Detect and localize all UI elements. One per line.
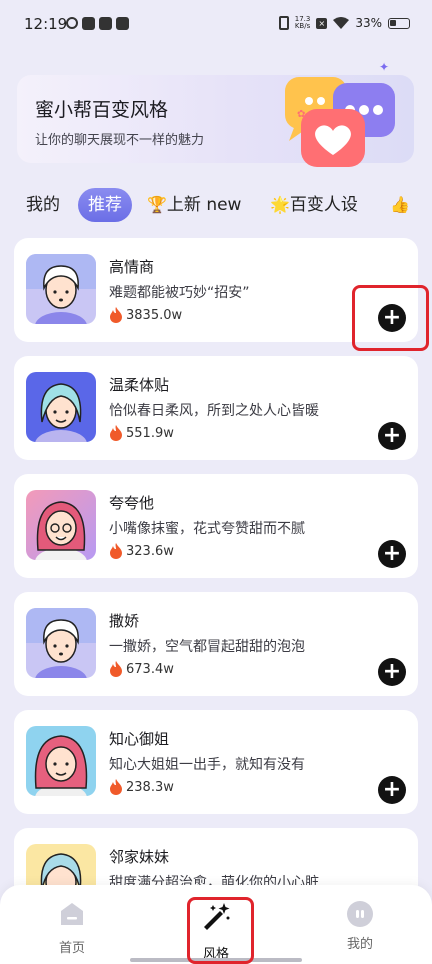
style-title: 邻家妹妹 xyxy=(109,848,170,866)
style-description: 一撒娇，空气都冒起甜甜的泡泡 xyxy=(109,639,305,655)
style-card[interactable]: 知心御姐 知心大姐姐一出手，就知有没有 238.3w + xyxy=(14,710,418,814)
add-style-button[interactable]: + xyxy=(378,422,406,450)
tab-label: 我的 xyxy=(26,195,60,215)
wifi-icon xyxy=(333,17,350,29)
style-heat: 238.3w xyxy=(109,779,174,795)
style-title: 知心御姐 xyxy=(109,730,170,748)
fire-icon xyxy=(110,543,122,559)
fire-icon xyxy=(110,779,122,795)
style-heat: 673.4w xyxy=(109,661,174,677)
tab-label: 百变人设 xyxy=(289,195,358,215)
highlight-marker xyxy=(352,285,429,351)
avatar xyxy=(26,726,96,796)
thumbs-up-icon: 👍 xyxy=(390,195,410,214)
nav-label: 我的 xyxy=(346,937,373,952)
category-tabs: 我的 推荐 🏆上新 new 🌟百变人设 👍 xyxy=(0,184,432,224)
style-title: 夸夸他 xyxy=(109,494,155,512)
style-title: 高情商 xyxy=(109,258,155,276)
tab-personas[interactable]: 🌟百变人设 xyxy=(270,188,358,222)
notification-icon xyxy=(99,17,112,30)
tab-mine[interactable]: 我的 xyxy=(26,188,60,222)
sim-x-icon: × xyxy=(316,17,328,29)
heat-value: 238.3w xyxy=(126,779,174,795)
banner-subtitle: 让你的聊天展现不一样的魅力 xyxy=(35,133,205,148)
fire-icon xyxy=(110,661,122,677)
avatar xyxy=(26,254,96,324)
style-description: 恰似春日柔风，所到之处人心皆暖 xyxy=(109,403,319,419)
tab-label: 上新 new xyxy=(166,195,242,215)
tab-new[interactable]: 🏆上新 new xyxy=(147,188,241,222)
network-speed-unit: KB/s xyxy=(294,22,311,30)
nav-me[interactable]: 我的 xyxy=(320,901,400,952)
notification-icons xyxy=(66,17,129,30)
style-description: 知心大姐姐一出手，就知有没有 xyxy=(109,757,305,773)
fire-icon xyxy=(110,307,122,323)
avatar xyxy=(26,490,96,560)
style-description: 难题都能被巧妙“招安” xyxy=(109,285,250,301)
highlight-marker xyxy=(187,897,254,964)
home-icon xyxy=(61,903,83,925)
network-speed: 17.3 KB/s xyxy=(295,16,311,30)
battery-icon xyxy=(388,17,410,29)
add-style-button[interactable]: + xyxy=(378,658,406,686)
tab-more[interactable]: 👍 xyxy=(390,188,410,222)
heat-value: 3835.0w xyxy=(126,307,183,323)
chat-bubbles-icon: ✦ ✿ xyxy=(285,60,395,167)
add-style-button[interactable]: + xyxy=(378,540,406,568)
status-right: 17.3 KB/s × 33% xyxy=(278,16,410,30)
banner-title: 蜜小帮百变风格 xyxy=(35,99,169,121)
vibrate-icon xyxy=(278,16,289,30)
heat-value: 673.4w xyxy=(126,661,174,677)
notification-icon xyxy=(66,17,78,29)
battery-percent: 33% xyxy=(355,16,382,30)
nav-home[interactable]: 首页 xyxy=(32,901,112,956)
style-card[interactable]: 夸夸他 小嘴像抹蜜，花式夸赞甜而不腻 323.6w + xyxy=(14,474,418,578)
status-time: 12:19 xyxy=(24,15,68,33)
notification-icon xyxy=(82,17,95,30)
style-heat: 551.9w xyxy=(109,425,174,441)
style-title: 撒娇 xyxy=(109,612,140,630)
banner[interactable]: 蜜小帮百变风格 让你的聊天展现不一样的魅力 ✦ ✿ xyxy=(17,60,414,167)
status-bar: 12:19 17.3 KB/s × 33% xyxy=(0,0,432,50)
heat-value: 551.9w xyxy=(126,425,174,441)
star-icon: 🌟 xyxy=(270,195,290,214)
svg-text:✿: ✿ xyxy=(297,109,305,120)
style-description: 小嘴像抹蜜，花式夸赞甜而不腻 xyxy=(109,521,305,537)
svg-text:✦: ✦ xyxy=(379,60,389,74)
nav-label: 首页 xyxy=(58,941,85,956)
tab-label: 推荐 xyxy=(88,195,122,215)
fire-icon xyxy=(110,425,122,441)
tiktok-icon xyxy=(116,17,129,30)
profile-icon xyxy=(347,901,373,927)
style-card[interactable]: 撒娇 一撒娇，空气都冒起甜甜的泡泡 673.4w + xyxy=(14,592,418,696)
avatar xyxy=(26,372,96,442)
style-card[interactable]: 温柔体贴 恰似春日柔风，所到之处人心皆暖 551.9w + xyxy=(14,356,418,460)
trophy-icon: 🏆 xyxy=(147,195,167,214)
style-title: 温柔体贴 xyxy=(109,376,170,394)
heat-value: 323.6w xyxy=(126,543,174,559)
avatar xyxy=(26,608,96,678)
add-style-button[interactable]: + xyxy=(378,776,406,804)
tab-recommended[interactable]: 推荐 xyxy=(78,188,132,222)
style-heat: 323.6w xyxy=(109,543,174,559)
style-heat: 3835.0w xyxy=(109,307,182,323)
